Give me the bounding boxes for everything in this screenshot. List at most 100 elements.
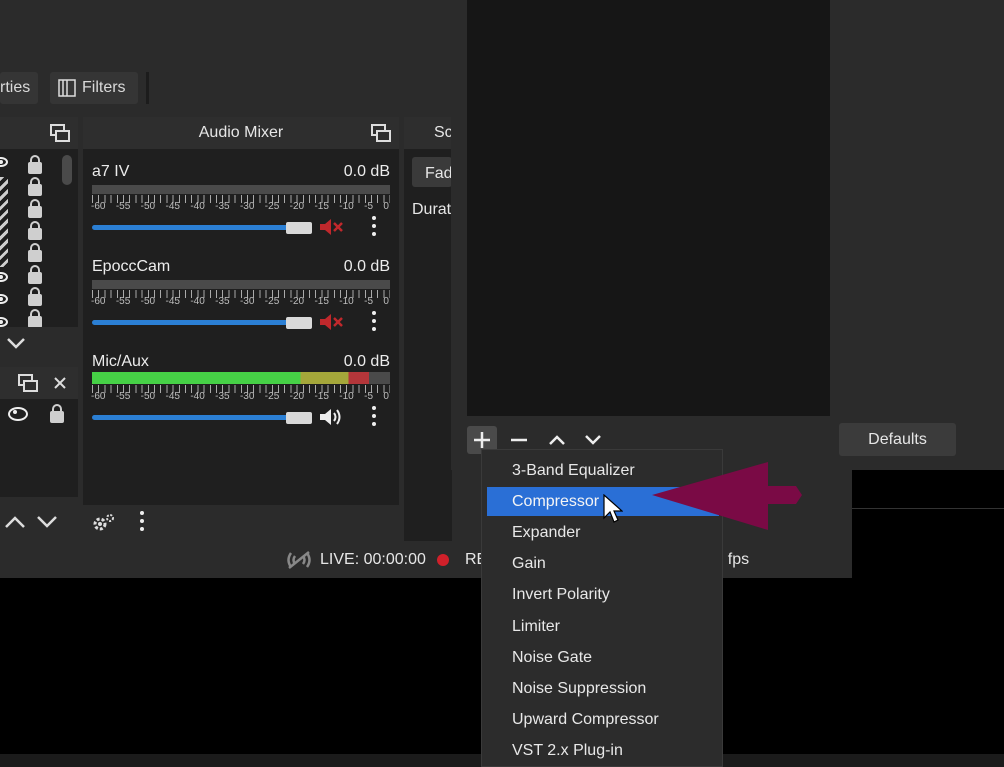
lock-icon[interactable]: [28, 243, 42, 262]
channel-name: Mic/Aux: [92, 353, 149, 370]
tick-label: -10: [339, 201, 354, 212]
menu-item-noise-suppression[interactable]: Noise Suppression: [487, 674, 719, 703]
signal-icon: [287, 551, 311, 569]
lock-icon[interactable]: [50, 404, 64, 423]
tick-label: -55: [115, 391, 131, 402]
defaults-label: Defaults: [868, 430, 927, 448]
volume-slider-handle[interactable]: [286, 317, 312, 329]
defaults-button[interactable]: Defaults: [839, 423, 956, 456]
toolbar-separator: [146, 72, 149, 104]
duration-label: Durat: [412, 201, 452, 218]
close-icon[interactable]: [53, 376, 67, 390]
tick-label: -15: [314, 201, 329, 212]
volume-slider[interactable]: [92, 225, 292, 230]
volume-meter: [92, 185, 390, 194]
menu-item-label: Noise Gate: [512, 648, 593, 666]
minus-icon: [511, 438, 527, 442]
tick-label: -25: [264, 391, 280, 402]
filter-list[interactable]: [467, 0, 830, 416]
channel-menu-icon[interactable]: [372, 311, 376, 333]
tick-label: 0: [383, 391, 389, 402]
tick-label: -50: [140, 391, 156, 402]
tick-label: -50: [140, 201, 156, 212]
menu-item-label: Gain: [512, 555, 546, 573]
sources-dock: [0, 117, 78, 360]
tick-label: -20: [289, 296, 305, 307]
tick-label: -15: [314, 296, 329, 307]
lock-icon[interactable]: [28, 177, 42, 196]
undock-icon[interactable]: [18, 374, 38, 392]
audio-mixer-title: Audio Mixer: [198, 124, 284, 141]
tick-label: -60: [91, 201, 106, 212]
record-dot-icon: [437, 554, 449, 566]
tick-label: -35: [215, 296, 230, 307]
sources-footer: [0, 327, 78, 360]
volume-slider[interactable]: [92, 320, 292, 325]
tick-label: -30: [239, 296, 255, 307]
background-window-edge: [852, 508, 1004, 509]
lock-icon[interactable]: [28, 287, 42, 306]
lock-icon[interactable]: [28, 265, 42, 284]
filters-label: Filters: [82, 79, 126, 96]
tick-label: -30: [239, 201, 255, 212]
undock-icon[interactable]: [50, 124, 70, 142]
chevron-up-icon[interactable]: [4, 514, 26, 530]
volume-slider-handle[interactable]: [286, 222, 312, 234]
tick-label: 0: [383, 296, 389, 307]
striped-visibility-column: [0, 157, 10, 327]
mixer-channel: Mic/Aux 0.0 dB -60 -55 -50 -45 -40 -35 -30 -25 -20…: [83, 351, 399, 441]
panel-divider: [830, 0, 833, 416]
menu-item-label: VST 2.x Plug-in: [512, 742, 623, 760]
muted-speaker-icon[interactable]: [319, 312, 345, 332]
channel-menu-icon[interactable]: [372, 406, 376, 428]
menu-item-vst-2-x-plug-in[interactable]: VST 2.x Plug-in: [487, 737, 719, 766]
menu-item-limiter[interactable]: Limiter: [487, 612, 719, 641]
meter-tick-labels: -60 -55 -50 -45 -40 -35 -30 -25 -20 -15 -10 -5 0: [91, 201, 389, 212]
lock-icon[interactable]: [28, 221, 42, 240]
chevron-down-icon[interactable]: [6, 335, 26, 351]
speaker-icon[interactable]: [319, 407, 345, 427]
menu-item-upward-compressor[interactable]: Upward Compressor: [487, 706, 719, 735]
scenes-dock-title: [0, 367, 78, 399]
channel-menu-icon[interactable]: [372, 216, 376, 238]
menu-item-gain[interactable]: Gain: [487, 550, 719, 579]
filters-button[interactable]: Filters: [50, 72, 138, 104]
tick-label: -10: [339, 391, 354, 402]
tick-label: -35: [215, 391, 230, 402]
scene-transitions-dock: Sc Fad Durat: [404, 117, 453, 541]
annotation-arrow-icon: [652, 462, 802, 530]
lock-icon[interactable]: [28, 155, 42, 174]
hidden-eye-icon[interactable]: [0, 177, 8, 267]
audio-mixer-title-bar: Audio Mixer: [83, 117, 399, 149]
volume-slider[interactable]: [92, 415, 292, 420]
mixer-channel: a7 IV 0.0 dB -60 -55 -50 -45 -40 -35 -30 -25 -20 -1…: [83, 161, 399, 251]
undock-icon[interactable]: [371, 124, 391, 142]
volume-slider-handle[interactable]: [286, 412, 312, 424]
eye-icon[interactable]: [8, 407, 28, 421]
menu-item-noise-gate[interactable]: Noise Gate: [487, 643, 719, 672]
tick-label: -5: [364, 296, 374, 307]
lock-icon[interactable]: [28, 199, 42, 218]
menu-item-label: Expander: [512, 523, 581, 541]
sources-scrollbar[interactable]: [62, 155, 72, 185]
plus-icon: [474, 432, 490, 448]
tick-label: -20: [289, 201, 305, 212]
transition-select[interactable]: Fad: [412, 157, 453, 187]
chevron-up-icon: [549, 435, 565, 445]
properties-label: rties: [0, 79, 31, 96]
gear-icon[interactable]: [91, 513, 115, 533]
chevron-down-icon[interactable]: [36, 514, 58, 530]
muted-speaker-icon[interactable]: [319, 217, 345, 237]
background-window: [852, 470, 1004, 578]
tick-label: -5: [364, 391, 374, 402]
menu-item-label: 3-Band Equalizer: [512, 461, 635, 479]
kebab-menu-icon[interactable]: [140, 511, 144, 533]
volume-meter: [92, 372, 390, 384]
tick-label: -60: [91, 391, 106, 402]
filter-settings-panel: [830, 0, 1004, 470]
filters-icon: [58, 79, 76, 97]
properties-button[interactable]: rties: [0, 72, 38, 104]
menu-item-invert-polarity[interactable]: Invert Polarity: [487, 581, 719, 610]
tick-label: -55: [115, 296, 131, 307]
tick-label: -25: [264, 296, 280, 307]
